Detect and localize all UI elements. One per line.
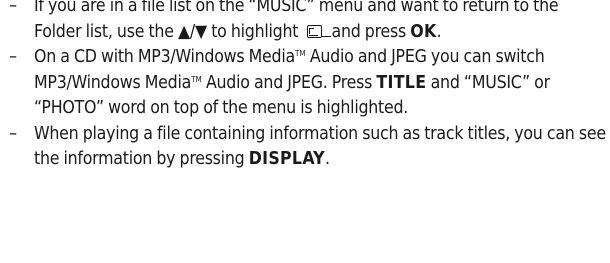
item-text: to highlight [206,21,303,42]
folder-up-icon [306,24,322,38]
bullet-dash: – [9,123,17,144]
arrows-symbol: ▲/▼ [177,21,207,42]
trademark-mark: TM [191,74,202,84]
item-text: Audio and JPEG. Press [201,72,377,93]
list-item: – When playing a file containing informat… [0,122,610,173]
ok-key-label: OK [410,21,437,42]
item-text: and press [331,21,411,42]
trademark-mark: TM [294,49,306,58]
item-text: On a CD with MP3/Windows Media [34,47,295,67]
underscore-mark [321,35,331,37]
item-text: . [436,21,442,42]
title-key-label: TITLE [376,72,427,93]
bullet-dash: – [9,47,17,67]
list-item: – If you are in a file list on the “MUSIC… [0,0,610,45]
instruction-list: – If you are in a file list on the “MUSIC… [0,0,610,173]
bullet-dash: – [9,0,17,16]
list-item: – On a CD with MP3/Windows MediaTM Audio … [0,45,610,122]
display-key-label: DISPLAY [248,149,325,169]
item-text: . [324,149,330,169]
